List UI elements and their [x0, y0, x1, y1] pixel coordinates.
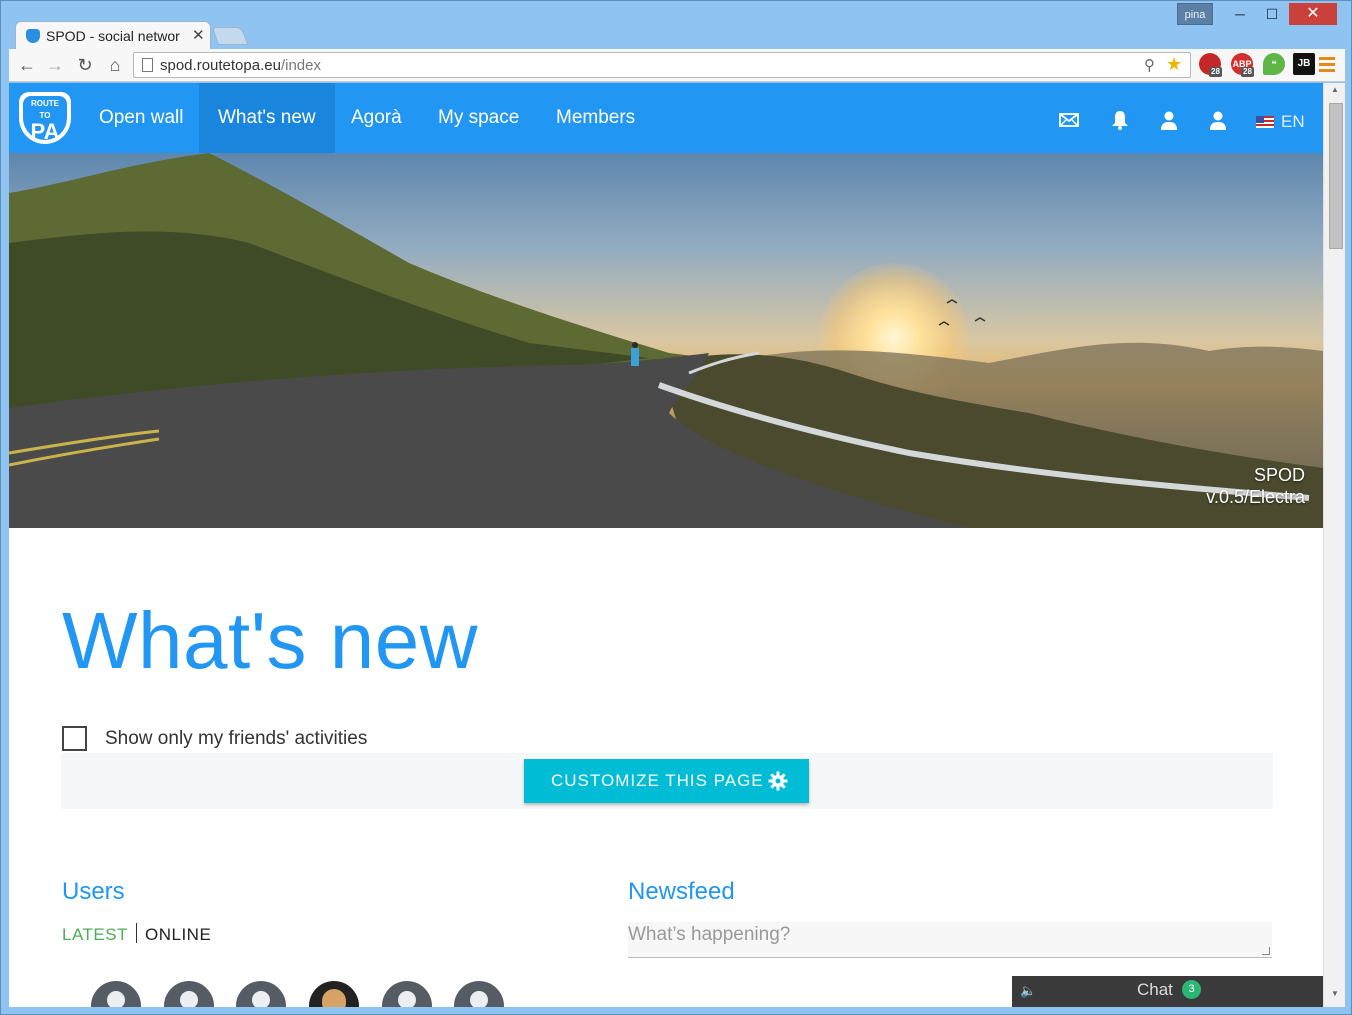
resize-grip-icon[interactable]: [1262, 947, 1270, 955]
customize-page-button[interactable]: CUSTOMIZE THIS PAGE: [524, 759, 809, 803]
favicon-icon: [26, 29, 40, 43]
ext-label: ❝: [1271, 59, 1277, 69]
app-version: v.0.5/Electra: [1206, 487, 1305, 507]
user-avatar[interactable]: [382, 981, 432, 1007]
address-bar[interactable]: spod.routetopa.eu/index ⚲ ★: [133, 52, 1191, 78]
tab-title: SPOD - social networ: [46, 28, 180, 44]
language-selector[interactable]: EN: [1256, 112, 1305, 132]
tab-close-icon[interactable]: ✕: [192, 26, 205, 44]
user-avatar[interactable]: [164, 981, 214, 1007]
jetbrains-extension-icon[interactable]: JB: [1293, 53, 1315, 75]
newsfeed-heading: Newsfeed: [628, 878, 735, 905]
user-tabs: LATEST ONLINE: [62, 923, 211, 945]
home-icon[interactable]: ⌂: [103, 53, 127, 77]
user-icon[interactable]: [1159, 110, 1179, 130]
tab-online[interactable]: ONLINE: [145, 925, 211, 944]
url-host: spod.routetopa.eu: [160, 57, 281, 74]
bookmark-star-icon[interactable]: ★: [1166, 54, 1182, 75]
scroll-down-arrow-icon[interactable]: ▼: [1324, 989, 1345, 1003]
hangouts-extension-icon[interactable]: ❝: [1263, 53, 1285, 75]
customize-bar: CUSTOMIZE THIS PAGE: [61, 753, 1273, 809]
app-name: SPOD: [1253, 465, 1305, 485]
gear-icon: [768, 771, 788, 791]
language-code: EN: [1281, 112, 1305, 131]
page-icon: [142, 58, 153, 72]
nav-my-space[interactable]: My space: [419, 83, 538, 153]
title-bar: pina ─ ☐ ✕ SPOD - social networ ✕: [1, 1, 1351, 49]
url-path: /index: [280, 57, 321, 74]
bell-icon[interactable]: [1110, 110, 1130, 130]
scroll-up-arrow-icon[interactable]: ▲: [1324, 85, 1345, 99]
friends-filter-label[interactable]: Show only my friends' activities: [105, 728, 367, 750]
tab-divider: [135, 923, 137, 943]
lastpass-extension-icon[interactable]: 28: [1199, 53, 1222, 77]
browser-toolbar: ← → ↻ ⌂ spod.routetopa.eu/index ⚲ ★ 28 A…: [9, 49, 1345, 82]
page-viewport: ROUTE TO PA Open wall What's new Agorà M…: [9, 83, 1345, 1007]
ext-badge: 28: [1209, 67, 1222, 77]
user-avatar[interactable]: [236, 981, 286, 1007]
chat-label: Chat: [1137, 980, 1173, 999]
nav-members[interactable]: Members: [537, 83, 654, 153]
profile-user-icon[interactable]: [1208, 110, 1228, 130]
user-avatar[interactable]: [91, 981, 141, 1007]
browser-tab[interactable]: SPOD - social networ ✕: [15, 21, 211, 49]
friends-only-checkbox[interactable]: [62, 726, 87, 751]
newsfeed-placeholder: What’s happening?: [628, 924, 791, 945]
page-scrollbar[interactable]: ▲ ▼: [1323, 83, 1345, 1007]
forward-icon[interactable]: →: [43, 53, 67, 77]
customize-button-label: CUSTOMIZE THIS PAGE: [551, 771, 764, 790]
scroll-thumb[interactable]: [1329, 103, 1343, 249]
logo-shield: ROUTE TO PA: [23, 96, 67, 144]
chat-unread-badge: 3: [1182, 980, 1201, 999]
back-icon[interactable]: ←: [15, 53, 39, 77]
logo-top-text: ROUTE: [31, 99, 59, 108]
tab-latest[interactable]: LATEST: [62, 925, 128, 944]
hero-caption: SPOD v.0.5/Electra: [1206, 464, 1305, 508]
us-flag-icon: [1256, 116, 1274, 128]
new-tab-button[interactable]: [211, 27, 249, 45]
user-avatar[interactable]: [454, 981, 504, 1007]
url-text[interactable]: spod.routetopa.eu/index: [160, 57, 321, 74]
close-window-button[interactable]: ✕: [1289, 3, 1337, 25]
hero-landscape: [9, 153, 1323, 528]
page-title: What's new: [62, 596, 478, 685]
reload-icon[interactable]: ↻: [73, 53, 97, 77]
route-to-pa-logo[interactable]: ROUTE TO PA: [19, 92, 71, 144]
chat-bar[interactable]: 🔈 Chat 3: [1012, 976, 1323, 1007]
nav-open-wall[interactable]: Open wall: [80, 83, 203, 153]
ext-label: JB: [1297, 58, 1311, 69]
ext-badge: 28: [1241, 67, 1254, 77]
user-avatar-photo[interactable]: [309, 981, 359, 1007]
zoom-icon[interactable]: ⚲: [1144, 56, 1155, 74]
site-navbar: ROUTE TO PA Open wall What's new Agorà M…: [9, 83, 1323, 153]
profile-badge[interactable]: pina: [1177, 3, 1213, 25]
logo-main-text: PA: [30, 119, 60, 144]
browser-window: pina ─ ☐ ✕ SPOD - social networ ✕ ← → ↻ …: [0, 0, 1352, 1015]
browser-menu-icon[interactable]: [1319, 54, 1335, 74]
nav-whats-new[interactable]: What's new: [199, 83, 335, 153]
mail-icon[interactable]: [1059, 110, 1079, 130]
adblock-plus-extension-icon[interactable]: ABP 28: [1231, 53, 1254, 77]
hero-banner: SPOD v.0.5/Electra: [9, 153, 1323, 528]
newsfeed-status-input[interactable]: What’s happening?: [628, 922, 1272, 958]
maximize-button[interactable]: ☐: [1257, 3, 1287, 25]
users-heading: Users: [62, 878, 125, 905]
sound-icon[interactable]: 🔈: [1020, 983, 1036, 999]
nav-agora[interactable]: Agorà: [332, 83, 421, 153]
minimize-button[interactable]: ─: [1225, 3, 1255, 25]
